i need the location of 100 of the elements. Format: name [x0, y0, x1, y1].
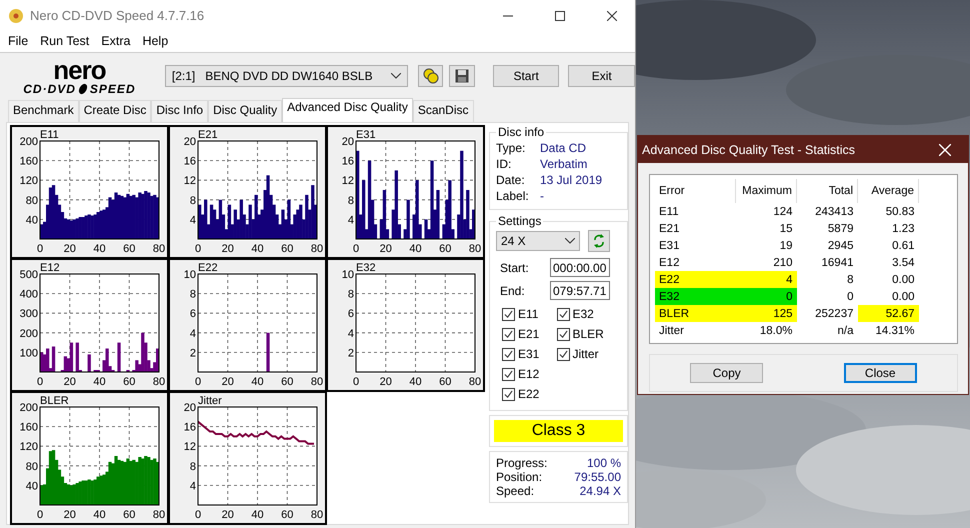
axis-label: 80 — [310, 243, 324, 255]
table-cell: 8 — [796, 271, 858, 288]
menu-item[interactable]: Run Test — [34, 34, 96, 48]
table-cell: 124 — [736, 203, 796, 220]
table-cell-text: 5879 — [826, 222, 854, 236]
speed-dropdown[interactable]: 24 X — [496, 231, 580, 251]
tab[interactable]: Create Disc — [78, 100, 152, 122]
checkbox-label: Jitter — [572, 347, 599, 361]
tab[interactable]: Benchmark — [8, 100, 79, 122]
table-cell: 210 — [736, 254, 796, 271]
axis-label: 4 — [190, 214, 196, 226]
toolbar-button[interactable]: Exit — [568, 65, 635, 88]
toolbar-button[interactable]: Start — [492, 65, 560, 88]
table-cell-text: 19 — [778, 238, 794, 254]
group-label: Disc info — [497, 125, 546, 139]
table-cell: 252237 — [796, 305, 858, 322]
chart-title: E31 — [356, 129, 376, 141]
axis-label: 0 — [194, 243, 202, 255]
axis-label: 4 — [190, 328, 196, 340]
axis-label: 8 — [190, 460, 196, 473]
axis-label: 12 — [184, 441, 196, 454]
axis-label: 80 — [26, 194, 38, 207]
field-label: Type: — [496, 141, 526, 155]
table-cell: 125 — [736, 305, 796, 322]
chart-title: E32 — [356, 262, 376, 274]
table-cell: 4 — [736, 271, 796, 288]
axis-label: 12 — [342, 175, 354, 188]
axis-label: 300 — [20, 308, 38, 320]
chart-title: E21 — [198, 129, 218, 141]
field-value: Verbatim — [540, 157, 588, 171]
end-field[interactable]: 079:57.71 — [550, 281, 610, 300]
table-cell: Jitter — [655, 322, 736, 339]
axis-label: 16 — [184, 422, 196, 434]
table-cell-text: 3.54 — [891, 256, 916, 270]
table-cell: E32 — [655, 288, 736, 305]
tab[interactable]: Disc Quality — [208, 100, 282, 122]
axis-label: 80 — [310, 509, 324, 521]
checkbox-label: E31 — [518, 347, 540, 361]
column-header: Average — [858, 179, 918, 203]
checkbox-label: E32 — [572, 307, 594, 321]
axis-label: 8 — [190, 288, 196, 301]
field-label: ID: — [496, 157, 512, 171]
field-label: Speed: — [496, 484, 536, 498]
axis-label: 200 — [20, 136, 38, 148]
axis-label: 40 — [409, 376, 422, 388]
axis-label: 60 — [281, 376, 294, 388]
table-cell-text: 0.00 — [891, 272, 916, 288]
axis-label: 16 — [342, 156, 354, 168]
logo-text: nero — [53, 57, 106, 84]
dialog-button[interactable]: Close — [844, 363, 917, 383]
checkbox-label: BLER — [572, 327, 604, 341]
axis-label: 60 — [281, 509, 294, 521]
axis-label: 80 — [152, 376, 166, 388]
menu-item[interactable]: File — [2, 34, 34, 48]
axis-label: 160 — [20, 422, 38, 434]
axis-label: 2 — [190, 347, 196, 360]
field-value: 13 Jul 2019 — [540, 173, 604, 187]
logo-text: CD·DVD — [23, 83, 76, 96]
tab[interactable]: ScanDisc — [412, 100, 474, 122]
axis-label: 0 — [36, 376, 44, 388]
checkbox-label: E11 — [518, 307, 538, 321]
axis-label: 160 — [20, 156, 38, 168]
axis-label: 0 — [36, 243, 44, 255]
axis-label: 80 — [26, 460, 38, 473]
chart-title: Jitter — [198, 395, 222, 407]
axis-label: 80 — [152, 509, 166, 521]
checkbox-label: E22 — [518, 387, 540, 401]
tab[interactable]: Disc Info — [151, 100, 208, 122]
chart-title: E12 — [40, 262, 60, 274]
column-header: Error — [655, 179, 736, 203]
axis-label: 20 — [222, 376, 234, 388]
axis-label: 6 — [190, 308, 196, 320]
table-cell: 0.00 — [858, 288, 918, 305]
table-cell: E12 — [655, 254, 736, 271]
menu-item[interactable]: Extra — [95, 34, 136, 48]
table-cell: E22 — [655, 271, 736, 288]
drive-dropdown[interactable]: [2:1] BENQ DVD DD DW1640 BSLB — [164, 65, 408, 88]
axis-label: 200 — [20, 402, 38, 414]
axis-label: 20 — [380, 376, 392, 388]
window-title: Nero CD-DVD Speed 4.7.7.16 — [30, 8, 206, 23]
table-cell: 0 — [796, 288, 858, 305]
axis-label: 60 — [281, 243, 294, 255]
axis-label: 10 — [184, 269, 196, 281]
axis-label: 40 — [251, 509, 264, 521]
table-cell: 18.0% — [736, 322, 796, 339]
chart-title: BLER — [40, 395, 69, 407]
start-field[interactable]: 000:00.00 — [550, 258, 610, 277]
axis-label: 20 — [222, 509, 234, 521]
axis-label: 40 — [251, 243, 264, 255]
axis-label: 80 — [152, 243, 166, 255]
axis-label: 20 — [64, 509, 76, 521]
axis-label: 20 — [222, 243, 234, 255]
axis-label: 60 — [123, 243, 136, 255]
tab[interactable]: Advanced Disc Quality — [282, 98, 413, 122]
dialog-button[interactable]: Copy — [690, 363, 764, 383]
field-label: Position: — [496, 470, 544, 484]
table-cell: BLER — [655, 305, 736, 322]
table-cell: 14.31% — [858, 322, 918, 339]
menu-item[interactable]: Help — [136, 34, 174, 48]
axis-label: 4 — [190, 480, 196, 492]
